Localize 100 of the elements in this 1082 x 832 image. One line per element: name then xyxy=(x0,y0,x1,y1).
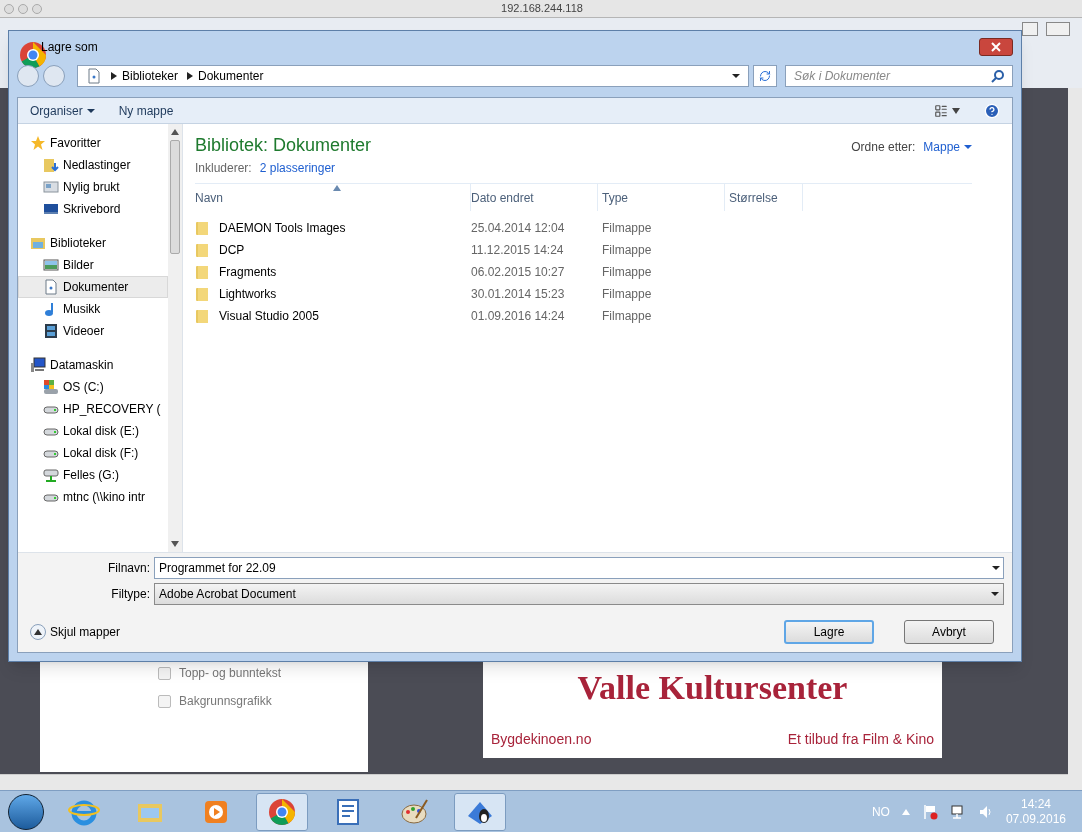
caret-icon xyxy=(952,106,960,115)
checkbox[interactable] xyxy=(158,694,171,708)
file-row[interactable]: DCP 11.12.2015 14:24 Filmappe xyxy=(195,239,972,261)
view-options-icon[interactable] xyxy=(934,103,960,118)
computer-icon xyxy=(30,357,46,373)
date-cell-text: 30.01.2014 15:23 xyxy=(471,286,566,303)
nav-item[interactable]: mtnc (\\kino intr xyxy=(18,486,168,508)
nav-group[interactable]: Favoritter xyxy=(18,132,168,154)
file-row[interactable]: Fragments 06.02.2015 10:27 Filmappe xyxy=(195,261,972,283)
nav-item[interactable]: Nedlastinger xyxy=(18,154,168,176)
refresh-icon xyxy=(759,70,771,82)
dialog-button[interactable]: Avbryt xyxy=(904,620,994,644)
folder-download-icon xyxy=(43,157,59,173)
recent-places-icon xyxy=(43,179,59,195)
close-icon xyxy=(991,42,1001,52)
folder-icon xyxy=(195,242,211,258)
forward-button[interactable] xyxy=(43,65,65,87)
preview-footer-text: Et tilbud fra Film & Kino xyxy=(787,730,934,749)
caret-icon xyxy=(992,564,1000,572)
file-row[interactable]: Visual Studio 2005 01.09.2016 14:24 Filmappe xyxy=(195,305,972,327)
search-icon xyxy=(991,69,1005,83)
column-header[interactable]: Dato endret xyxy=(471,184,598,211)
type-cell-text: Filmappe xyxy=(601,286,653,303)
toolbar-button[interactable]: Organiser xyxy=(30,101,95,120)
nav-item[interactable]: Felles (G:) xyxy=(18,464,168,486)
nav-group[interactable]: Datamaskin xyxy=(18,354,168,376)
date-cell-text: 06.02.2015 10:27 xyxy=(471,264,566,281)
search-field[interactable]: Søk i Dokumenter xyxy=(785,65,1013,87)
horizontal-scrollbar[interactable] xyxy=(0,774,1068,790)
scroll-down-icon[interactable] xyxy=(171,540,179,548)
document-icon xyxy=(86,68,102,84)
back-button[interactable] xyxy=(17,65,39,87)
scrollbar-thumb[interactable] xyxy=(170,140,180,254)
preview-footer-text: Bygdekinoen.no xyxy=(491,730,592,749)
breadcrumb-item[interactable]: Biblioteker xyxy=(122,67,179,85)
nav-item[interactable]: Dokumenter xyxy=(18,276,168,298)
date-cell-text: 25.04.2014 12:04 xyxy=(471,220,566,237)
window-close-control[interactable] xyxy=(4,3,14,14)
nav-item[interactable]: OS (C:) xyxy=(18,376,168,398)
type-cell-text: Filmappe xyxy=(601,242,653,259)
file-row[interactable]: DAEMON Tools Images 25.04.2014 12:04 Filmappe xyxy=(195,217,972,239)
close-window-icon[interactable] xyxy=(1046,22,1070,36)
start-button[interactable] xyxy=(8,793,44,830)
film-icon xyxy=(43,323,59,339)
collapse-icon xyxy=(30,624,46,640)
arrange-dropdown[interactable]: Mappe xyxy=(923,138,972,156)
address-bar[interactable]: Biblioteker Dokumenter xyxy=(77,65,749,87)
caret-icon xyxy=(964,143,972,151)
nav-item[interactable]: Musikk xyxy=(18,298,168,320)
document-icon xyxy=(43,279,59,295)
preview-heading: Valle Kultursenter xyxy=(576,668,849,708)
folder-icon xyxy=(195,220,211,236)
dialog-button[interactable]: Lagre xyxy=(784,620,874,644)
taskbar-app[interactable] xyxy=(454,792,506,831)
restore-window-icon[interactable] xyxy=(1022,22,1038,36)
flag-icon[interactable] xyxy=(921,803,938,820)
type-cell-text: Filmappe xyxy=(601,220,653,237)
dialog-title: Lagre som xyxy=(41,39,99,56)
date-cell-text: 01.09.2016 14:24 xyxy=(471,308,566,325)
window-zoom-control[interactable] xyxy=(32,3,42,14)
file-row[interactable]: Lightworks 30.01.2014 15:23 Filmappe xyxy=(195,283,972,305)
field-label: Filnavn: xyxy=(106,560,151,577)
column-header[interactable]: Type xyxy=(598,184,725,211)
column-header[interactable]: Størrelse xyxy=(725,184,803,211)
toolbar-button[interactable]: Ny mappe xyxy=(118,101,174,120)
hide-folders-toggle[interactable]: Skjul mapper xyxy=(30,623,121,641)
breadcrumb-item[interactable]: Dokumenter xyxy=(198,67,264,85)
network-icon[interactable] xyxy=(949,803,966,820)
field-label: Filtype: xyxy=(110,586,151,603)
folder-icon xyxy=(195,286,211,302)
library-title: Bibliotek: Dokumenter xyxy=(195,134,372,157)
filename-field[interactable]: Programmet for 22.09 xyxy=(154,557,1004,579)
close-button[interactable] xyxy=(979,38,1013,56)
date-cell-text: 11.12.2015 14:24 xyxy=(471,242,565,259)
nav-scrollbar[interactable] xyxy=(168,124,182,552)
scroll-up-icon[interactable] xyxy=(171,128,179,136)
locations-link[interactable]: 2 plasseringer xyxy=(259,159,336,177)
nav-item[interactable]: HP_RECOVERY ( xyxy=(18,398,168,420)
picture-icon xyxy=(43,257,59,273)
vertical-scrollbar[interactable] xyxy=(1068,88,1082,790)
nav-group[interactable]: Biblioteker xyxy=(18,232,168,254)
column-header[interactable]: Navn xyxy=(195,184,471,211)
nav-item[interactable]: Lokal disk (E:) xyxy=(18,420,168,442)
type-cell-text: Filmappe xyxy=(601,264,653,281)
library-folder-icon xyxy=(30,235,46,251)
option-label: Bakgrunnsgrafikk xyxy=(179,693,272,710)
show-hidden-icons[interactable] xyxy=(901,807,910,816)
folder-icon xyxy=(195,308,211,324)
window-minimize-control[interactable] xyxy=(18,3,28,14)
checkbox[interactable] xyxy=(158,666,171,680)
nav-item[interactable]: Skrivebord xyxy=(18,198,168,220)
filetype-dropdown[interactable]: Adobe Acrobat Document xyxy=(154,583,1004,605)
nav-item[interactable]: Nylig brukt xyxy=(18,176,168,198)
refresh-button[interactable] xyxy=(753,65,777,87)
nav-item[interactable]: Lokal disk (F:) xyxy=(18,442,168,464)
nav-item[interactable]: Bilder xyxy=(18,254,168,276)
nav-item[interactable]: Videoer xyxy=(18,320,168,342)
sort-caret-icon xyxy=(332,184,341,192)
desktop-icon xyxy=(43,201,59,217)
help-icon[interactable] xyxy=(984,102,1000,119)
